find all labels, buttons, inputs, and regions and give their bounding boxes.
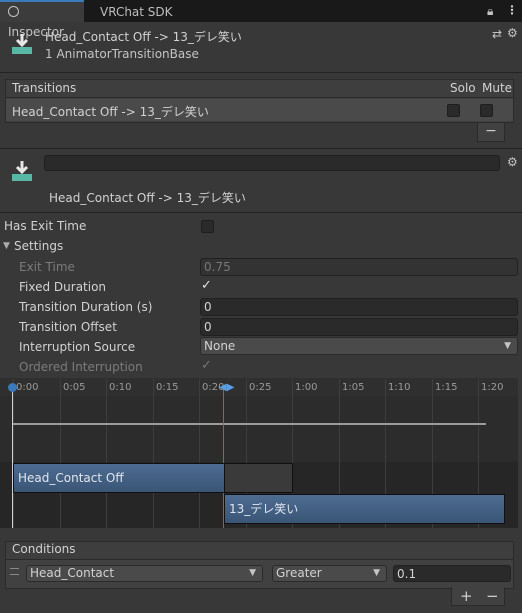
transition-duration-label: Transition Duration (s) [19,300,153,314]
interruption-source-dropdown[interactable]: None ▼ [200,337,518,355]
has-exit-time-checkbox[interactable] [201,220,214,233]
condition-threshold-field[interactable]: 0.1 [393,565,511,582]
destination-state-label: 13_デレ笑い [229,502,299,516]
transition-offset-label: Transition Offset [19,320,117,334]
ordered-interruption-label: Ordered Interruption [19,360,143,374]
exit-time-field: 0.75 [200,258,518,276]
chevron-down-icon: ▼ [249,568,256,578]
conditions-title: Conditions [12,542,76,556]
gear-icon[interactable]: ⚙ [507,155,518,169]
transitions-header [6,80,513,98]
timeline-gridline [60,379,61,528]
settings-foldout-icon[interactable]: ▼ [3,241,10,251]
ordered-interruption-checkbox: ✓ [201,358,212,373]
condition-parameter-dropdown[interactable]: Head_Contact ▼ [26,565,263,582]
mute-checkbox[interactable] [480,104,493,117]
timeline-tick-label: 0:00 [16,382,39,393]
destination-state-bar[interactable]: 13_デレ笑い [224,494,505,524]
more-options-icon[interactable]: ⋮ [506,3,518,17]
condition-parameter-value: Head_Contact [30,566,115,580]
transition-offset-field[interactable]: 0 [200,318,518,336]
interruption-source-label: Interruption Source [19,340,136,354]
source-state-label: Head_Contact Off [18,471,124,485]
chevron-down-icon: ▼ [373,568,380,578]
timeline-gridline [13,379,14,528]
settings-foldout[interactable]: Settings [14,239,63,253]
tab-inspector[interactable]: Inspector [0,0,84,39]
condition-mode-value: Greater [276,566,322,580]
transition-duration-field[interactable]: 0 [200,298,518,316]
timeline-curve-area [0,396,518,462]
conditions-header [6,542,513,560]
gear-icon[interactable]: ⚙ [507,26,518,40]
timeline-tick-label: 0:25 [249,382,272,393]
drag-handle-icon[interactable] [10,568,19,575]
lock-icon[interactable]: 🔒︎ [487,4,493,19]
timeline-start-handle-icon[interactable] [8,383,17,392]
preset-icon[interactable]: ⇄ [492,27,502,41]
divider [0,72,522,73]
timeline-tick-label: 1:05 [342,382,365,393]
timeline-tick-label: 1:10 [388,382,411,393]
add-condition-button[interactable]: + [460,587,473,605]
timeline-start-marker[interactable] [12,385,13,528]
divider [0,212,522,213]
timeline-tick-label: 1:00 [295,382,318,393]
timeline-gridline [199,379,200,528]
header-title: Head_Contact Off -> 13_デレ笑い [45,30,242,44]
timeline-tick-label: 1:20 [481,382,504,393]
solo-column-label: Solo [450,81,476,95]
timeline-tick-label: 0:05 [63,382,86,393]
timeline-tick-label: 0:15 [156,382,179,393]
fixed-duration-label: Fixed Duration [19,280,107,294]
divider [0,148,522,149]
chevron-down-icon: ▼ [504,341,511,351]
transition-asset-icon [12,161,32,181]
has-exit-time-label: Has Exit Time [4,219,87,233]
solo-checkbox[interactable] [447,104,460,117]
inspector-icon [8,6,19,17]
transition-row-label: Head_Contact Off -> 13_デレ笑い [12,105,209,119]
source-state-bar-tail [225,463,293,493]
transitions-title: Transitions [12,81,77,95]
source-state-bar[interactable]: Head_Contact Off [13,463,225,493]
header-subtitle: 1 AnimatorTransitionBase [45,47,199,61]
exit-time-label: Exit Time [19,260,75,274]
remove-condition-button[interactable]: − [486,587,499,605]
timeline-gridline [106,379,107,528]
timeline-curve-line [13,423,486,425]
transition-caption: Head_Contact Off -> 13_デレ笑い [49,191,246,205]
timeline-tick-label: 0:10 [109,382,132,393]
transition-name-field[interactable] [44,155,500,171]
tab-vrchat-sdk[interactable]: VRChat SDK [92,2,181,22]
tab-vrchat-sdk-label: VRChat SDK [100,5,173,19]
transition-handle-icon[interactable]: ◀▶ [219,382,234,393]
condition-mode-dropdown[interactable]: Greater ▼ [272,565,387,582]
interruption-source-value: None [204,339,236,353]
remove-transition-button[interactable]: − [477,123,505,142]
timeline-gridline [153,379,154,528]
timeline-tick-label: 1:15 [435,382,458,393]
transition-asset-icon [12,34,32,54]
fixed-duration-checkbox[interactable]: ✓ [201,278,212,293]
mute-column-label: Mute [482,81,513,95]
